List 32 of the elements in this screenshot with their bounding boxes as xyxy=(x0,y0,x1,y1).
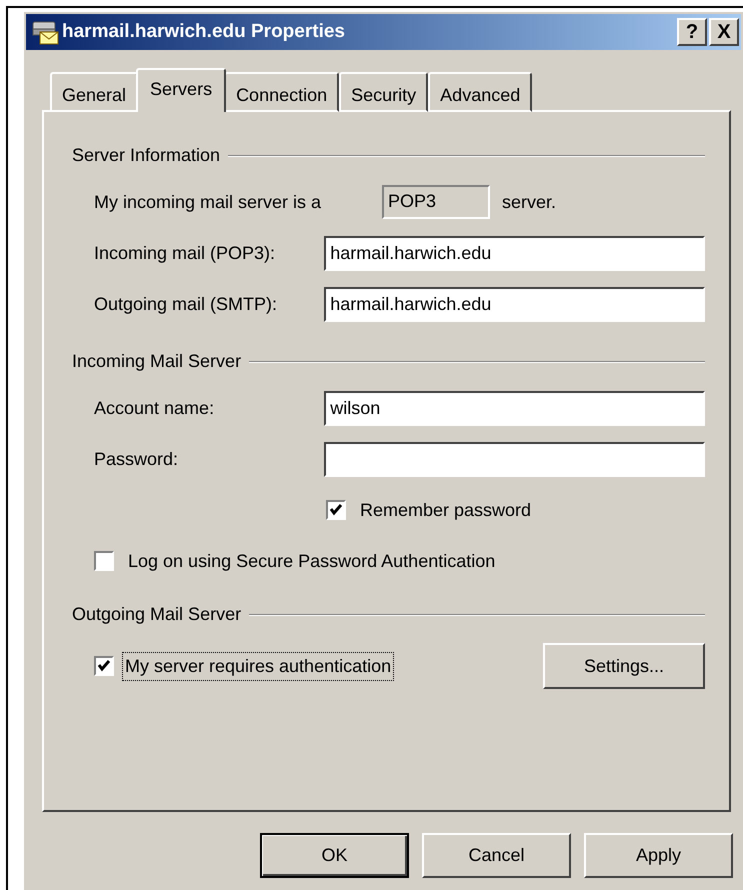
input-field[interactable]: wilson xyxy=(324,390,705,426)
group-heading: Server Information xyxy=(72,144,220,167)
checkbox-label: My server requires authentication xyxy=(122,652,394,680)
checkbox[interactable] xyxy=(94,551,114,571)
title-bar-button[interactable]: ? xyxy=(677,18,707,46)
input-field[interactable]: harmail.harwich.edu xyxy=(324,286,705,322)
dialog-button[interactable]: Cancel xyxy=(422,833,571,878)
field-label: Outgoing mail (SMTP): xyxy=(94,292,278,316)
window-title: harmail.harwich.edu Properties xyxy=(62,20,346,44)
tab[interactable]: Servers xyxy=(136,68,226,112)
checkbox[interactable] xyxy=(326,500,346,520)
checkbox[interactable] xyxy=(94,656,114,676)
group-heading: Outgoing Mail Server xyxy=(72,603,242,626)
server-type-field: POP3 xyxy=(382,185,490,219)
input-field[interactable]: harmail.harwich.edu xyxy=(324,236,705,270)
settings-button[interactable]: Settings... xyxy=(543,643,705,689)
group-heading: Incoming Mail Server xyxy=(72,350,242,373)
title-bar-button[interactable]: X xyxy=(709,18,739,46)
field-suffix: server. xyxy=(502,190,556,214)
tab[interactable]: Security xyxy=(339,72,428,112)
dialog-button[interactable]: Apply xyxy=(584,833,733,878)
checkbox-label: Log on using Secure Password Authentication xyxy=(128,550,496,573)
field-label: Account name: xyxy=(94,396,216,420)
dialog-button[interactable]: OK xyxy=(260,833,409,878)
field-label: My incoming mail server is a xyxy=(94,190,322,214)
field-label: Password: xyxy=(94,448,180,470)
checkbox-label: Remember password xyxy=(360,498,532,522)
tab[interactable]: Connection xyxy=(224,72,340,112)
input-field[interactable] xyxy=(324,442,705,476)
field-label: Incoming mail (POP3): xyxy=(94,242,276,265)
tab[interactable]: Advanced xyxy=(428,72,532,112)
tab[interactable]: General xyxy=(50,72,138,112)
